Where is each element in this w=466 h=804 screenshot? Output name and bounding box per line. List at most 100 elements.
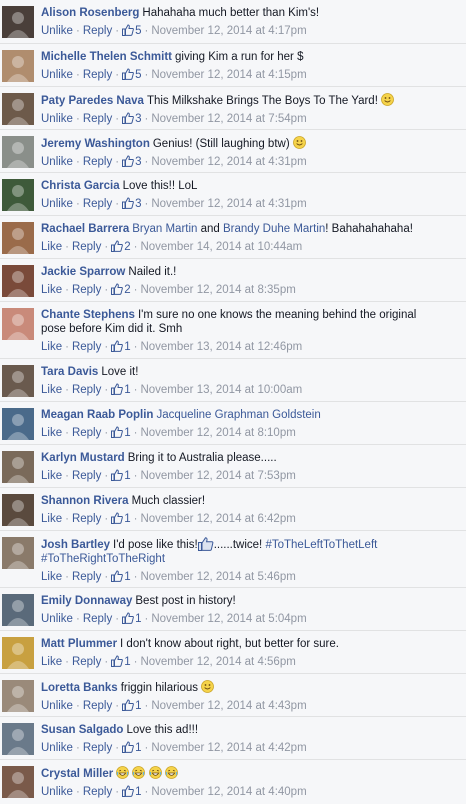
like-button[interactable]: Like <box>41 241 62 253</box>
timestamp-link[interactable]: November 12, 2014 at 4:56pm <box>140 656 295 668</box>
author-link[interactable]: Matt Plummer <box>41 638 117 650</box>
like-button[interactable]: Like <box>41 470 62 482</box>
mention-link[interactable]: Jacqueline Graphman Goldstein <box>156 409 320 421</box>
reply-button[interactable]: Reply <box>83 25 112 37</box>
author-link[interactable]: Tara Davis <box>41 366 98 378</box>
author-link[interactable]: Loretta Banks <box>41 682 118 694</box>
timestamp-link[interactable]: November 12, 2014 at 7:53pm <box>140 470 295 482</box>
avatar[interactable] <box>2 637 34 669</box>
like-button[interactable]: Like <box>41 384 62 396</box>
author-link[interactable]: Alison Rosenberg <box>41 7 139 19</box>
avatar[interactable] <box>2 766 34 798</box>
timestamp-link[interactable]: November 14, 2014 at 10:44am <box>140 241 302 253</box>
author-link[interactable]: Crystal Miller <box>41 768 113 780</box>
like-count[interactable]: 1 <box>111 570 131 583</box>
timestamp-link[interactable]: November 12, 2014 at 8:35pm <box>140 284 295 296</box>
like-button[interactable]: Unlike <box>41 786 73 798</box>
like-button[interactable]: Unlike <box>41 113 73 125</box>
avatar[interactable] <box>2 50 34 82</box>
reply-button[interactable]: Reply <box>72 427 101 439</box>
like-count[interactable]: 1 <box>111 383 131 396</box>
timestamp-link[interactable]: November 13, 2014 at 10:00am <box>140 384 302 396</box>
timestamp-link[interactable]: November 12, 2014 at 7:54pm <box>151 113 306 125</box>
timestamp-link[interactable]: November 13, 2014 at 12:46pm <box>140 341 302 353</box>
author-link[interactable]: Rachael Barrera <box>41 223 129 235</box>
like-button[interactable]: Like <box>41 341 62 353</box>
avatar[interactable] <box>2 265 34 297</box>
reply-button[interactable]: Reply <box>72 571 101 583</box>
avatar[interactable] <box>2 308 34 340</box>
reply-button[interactable]: Reply <box>83 786 112 798</box>
like-count[interactable]: 1 <box>122 612 141 625</box>
like-button[interactable]: Unlike <box>41 198 73 210</box>
reply-button[interactable]: Reply <box>83 113 112 125</box>
avatar[interactable] <box>2 136 34 168</box>
author-link[interactable]: Emily Donnaway <box>41 595 132 607</box>
like-count[interactable]: 1 <box>111 655 131 668</box>
like-count[interactable]: 5 <box>122 68 141 81</box>
like-button[interactable]: Like <box>41 284 62 296</box>
timestamp-link[interactable]: November 12, 2014 at 4:15pm <box>151 69 306 81</box>
reply-button[interactable]: Reply <box>72 384 101 396</box>
avatar[interactable] <box>2 494 34 526</box>
timestamp-link[interactable]: November 12, 2014 at 6:42pm <box>140 513 295 525</box>
like-button[interactable]: Unlike <box>41 69 73 81</box>
like-count[interactable]: 1 <box>111 512 131 525</box>
like-count[interactable]: 3 <box>122 197 141 210</box>
like-count[interactable]: 1 <box>111 426 131 439</box>
avatar[interactable] <box>2 93 34 125</box>
avatar[interactable] <box>2 179 34 211</box>
avatar[interactable] <box>2 680 34 712</box>
timestamp-link[interactable]: November 12, 2014 at 8:10pm <box>140 427 295 439</box>
like-button[interactable]: Like <box>41 571 62 583</box>
reply-button[interactable]: Reply <box>83 700 112 712</box>
timestamp-link[interactable]: November 12, 2014 at 4:17pm <box>151 25 306 37</box>
author-link[interactable]: Chante Stephens <box>41 309 135 321</box>
reply-button[interactable]: Reply <box>72 284 101 296</box>
author-link[interactable]: Michelle Thelen Schmitt <box>41 51 172 63</box>
like-count[interactable]: 1 <box>122 741 141 754</box>
avatar[interactable] <box>2 451 34 483</box>
author-link[interactable]: Josh Bartley <box>41 539 110 551</box>
avatar[interactable] <box>2 537 34 569</box>
like-count[interactable]: 2 <box>111 283 131 296</box>
mention-link[interactable]: Brandy Duhe Martin <box>223 223 325 235</box>
author-link[interactable]: Paty Paredes Nava <box>41 95 144 107</box>
like-count[interactable]: 1 <box>122 785 141 798</box>
like-count[interactable]: 3 <box>122 155 141 168</box>
author-link[interactable]: Susan Salgado <box>41 724 123 736</box>
reply-button[interactable]: Reply <box>72 656 101 668</box>
avatar[interactable] <box>2 365 34 397</box>
author-link[interactable]: Shannon Rivera <box>41 495 129 507</box>
author-link[interactable]: Jeremy Washington <box>41 138 150 150</box>
timestamp-link[interactable]: November 12, 2014 at 5:04pm <box>151 613 306 625</box>
hashtag-link[interactable]: #ToTheLeftToThetLeft <box>265 539 377 551</box>
timestamp-link[interactable]: November 12, 2014 at 4:31pm <box>151 198 306 210</box>
author-link[interactable]: Christa Garcia <box>41 180 120 192</box>
like-button[interactable]: Like <box>41 656 62 668</box>
reply-button[interactable]: Reply <box>83 156 112 168</box>
like-button[interactable]: Unlike <box>41 742 73 754</box>
hashtag-link[interactable]: #ToTheRightToTheRight <box>41 553 165 565</box>
reply-button[interactable]: Reply <box>83 613 112 625</box>
timestamp-link[interactable]: November 12, 2014 at 4:43pm <box>151 700 306 712</box>
author-link[interactable]: Meagan Raab Poplin <box>41 409 153 421</box>
reply-button[interactable]: Reply <box>83 742 112 754</box>
timestamp-link[interactable]: November 12, 2014 at 4:42pm <box>151 742 306 754</box>
avatar[interactable] <box>2 6 34 38</box>
like-count[interactable]: 2 <box>111 240 131 253</box>
reply-button[interactable]: Reply <box>72 241 101 253</box>
like-count[interactable]: 3 <box>122 112 141 125</box>
timestamp-link[interactable]: November 12, 2014 at 4:31pm <box>151 156 306 168</box>
like-count[interactable]: 1 <box>111 469 131 482</box>
mention-link[interactable]: Bryan Martin <box>132 223 197 235</box>
avatar[interactable] <box>2 222 34 254</box>
like-button[interactable]: Unlike <box>41 156 73 168</box>
reply-button[interactable]: Reply <box>83 198 112 210</box>
like-button[interactable]: Unlike <box>41 613 73 625</box>
like-button[interactable]: Unlike <box>41 25 73 37</box>
author-link[interactable]: Jackie Sparrow <box>41 266 125 278</box>
avatar[interactable] <box>2 594 34 626</box>
like-button[interactable]: Like <box>41 513 62 525</box>
timestamp-link[interactable]: November 12, 2014 at 4:40pm <box>151 786 306 798</box>
